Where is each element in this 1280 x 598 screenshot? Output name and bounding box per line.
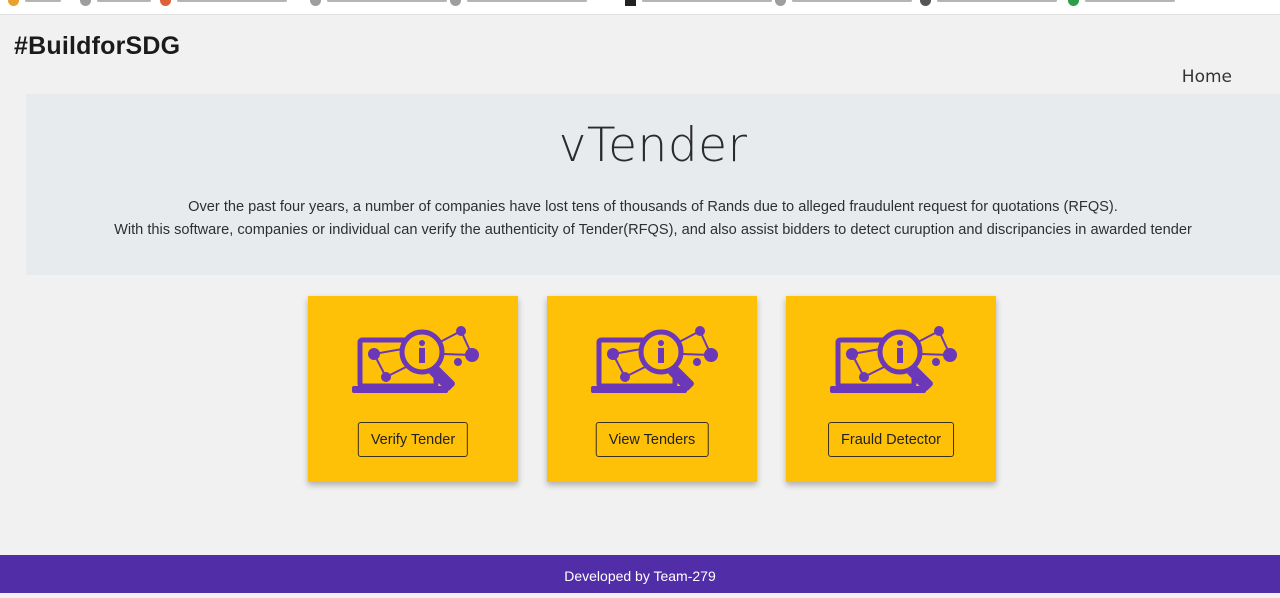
card-verify-tender: Verify Tender — [308, 296, 518, 482]
card-fraud-detector: Frauld Detector — [786, 296, 996, 482]
view-tenders-button[interactable]: View Tenders — [595, 422, 709, 457]
laptop-magnifier-icon — [591, 326, 718, 393]
bookmark-item[interactable] — [625, 0, 772, 6]
bookmark-item[interactable] — [1068, 0, 1175, 6]
action-cards: Verify Tender View Tenders Frauld Detect… — [308, 296, 996, 482]
bookmark-item[interactable] — [775, 0, 912, 6]
bookmark-item[interactable] — [80, 0, 151, 6]
laptop-magnifier-icon — [352, 326, 479, 393]
bookmark-item[interactable] — [920, 0, 1057, 6]
bookmark-item[interactable] — [310, 0, 447, 6]
laptop-magnifier-icon — [830, 326, 957, 393]
hero-description-line-1: Over the past four years, a number of co… — [188, 199, 1118, 215]
nav-home-link[interactable]: Home — [1182, 67, 1232, 87]
verify-tender-button[interactable]: Verify Tender — [357, 422, 469, 457]
hero-jumbotron: vTender Over the past four years, a numb… — [26, 94, 1280, 275]
bookmarks-bar — [0, 0, 1280, 15]
hero-description-line-2: With this software, companies or individ… — [114, 222, 1192, 238]
card-view-tenders: View Tenders — [547, 296, 757, 482]
bookmark-apps[interactable] — [8, 0, 61, 6]
bookmark-item[interactable] — [160, 0, 287, 6]
bookmark-item[interactable] — [450, 0, 587, 6]
site-brand[interactable]: #BuildforSDG — [14, 32, 180, 61]
hero-title: vTender — [558, 118, 748, 173]
site-footer: Developed by Team-279 — [0, 555, 1280, 593]
footer-credit: Developed by Team-279 — [564, 568, 716, 584]
fraud-detector-button[interactable]: Frauld Detector — [828, 422, 954, 457]
